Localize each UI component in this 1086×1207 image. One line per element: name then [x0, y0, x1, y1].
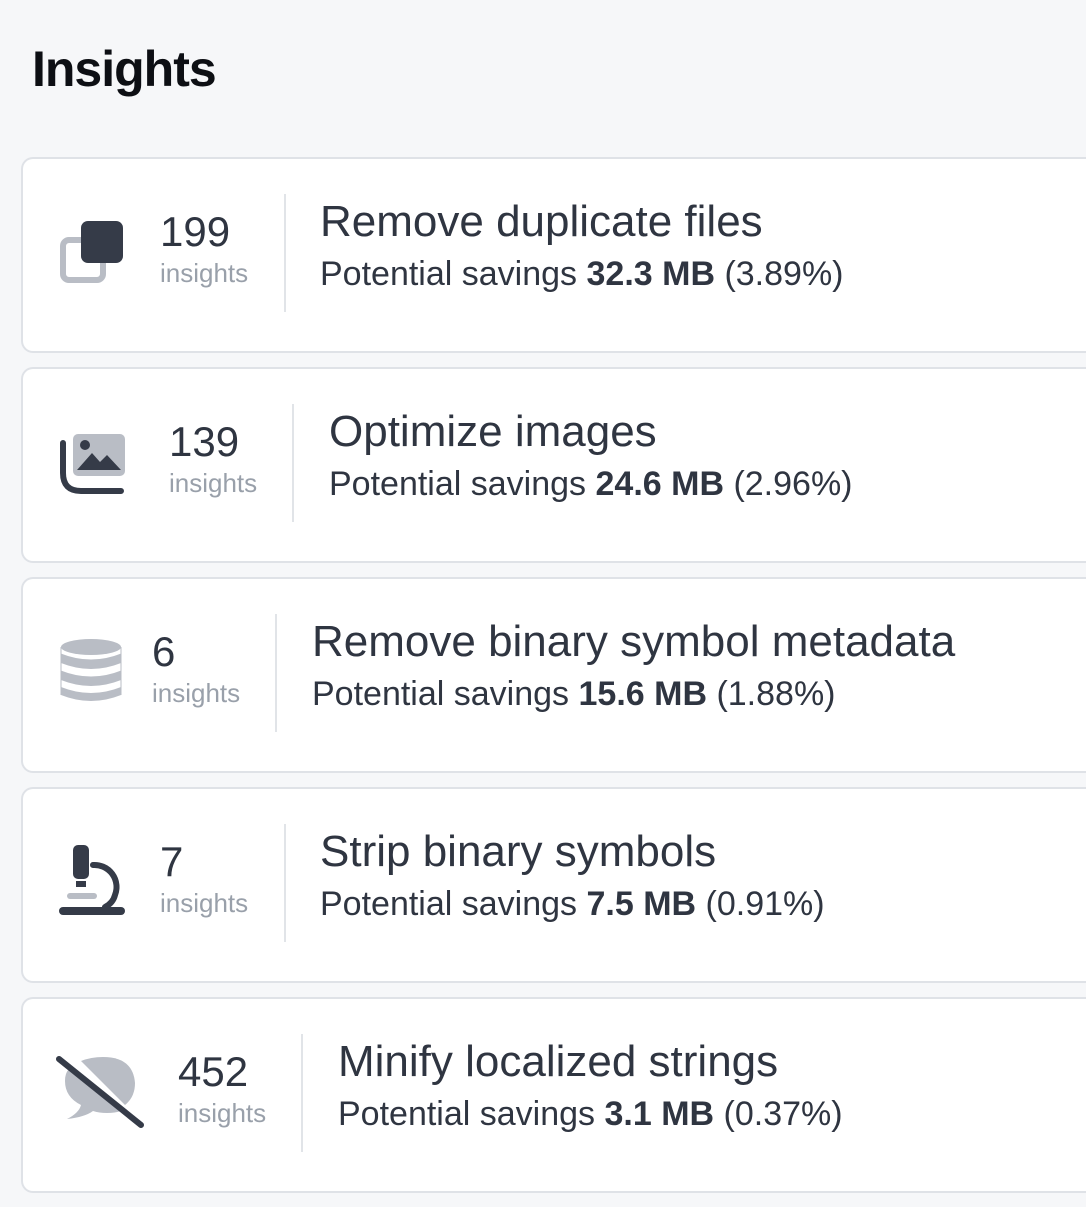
insight-card-localized-strings[interactable]: 452 insights Minify localized strings Po… — [21, 997, 1086, 1193]
insight-count-block: 7 insights — [160, 836, 248, 918]
insight-count-label: insights — [152, 678, 241, 708]
insight-text: Remove binary symbol metadata Potential … — [312, 612, 955, 715]
insight-count: 139 — [169, 418, 240, 465]
insight-title: Remove binary symbol metadata — [312, 617, 956, 666]
insight-count-label: insights — [160, 258, 249, 288]
insight-savings: Potential savings 7.5 MB (0.91%) — [320, 883, 825, 925]
savings-percent: (0.91%) — [705, 885, 825, 923]
insight-text: Optimize images Potential savings 24.6 M… — [329, 402, 853, 505]
comment-slash-icon — [55, 1053, 144, 1129]
savings-prefix: Potential savings — [338, 1095, 596, 1133]
microscope-icon — [55, 843, 131, 919]
insight-card-binary-symbol-metadata[interactable]: 6 insights Remove binary symbol metadata… — [21, 577, 1086, 773]
insight-savings: Potential savings 3.1 MB (0.37%) — [338, 1093, 843, 1135]
insight-text: Minify localized strings Potential savin… — [338, 1032, 843, 1135]
divider — [292, 404, 294, 522]
savings-amount: 7.5 MB — [586, 885, 697, 923]
insight-savings: Potential savings 24.6 MB (2.96%) — [329, 463, 853, 505]
insight-title: Remove duplicate files — [320, 197, 763, 246]
insight-count-label: insights — [169, 468, 258, 498]
savings-amount: 24.6 MB — [595, 465, 725, 503]
duplicate-files-icon — [55, 213, 131, 289]
insight-text: Remove duplicate files Potential savings… — [320, 192, 844, 295]
savings-prefix: Potential savings — [329, 465, 587, 503]
insight-card-duplicate-files[interactable]: 199 insights Remove duplicate files Pote… — [21, 157, 1086, 353]
savings-percent: (1.88%) — [716, 675, 836, 713]
insight-count: 7 — [160, 838, 184, 885]
insight-savings: Potential savings 32.3 MB (3.89%) — [320, 253, 844, 295]
insight-savings: Potential savings 15.6 MB (1.88%) — [312, 673, 955, 715]
insight-count-block: 452 insights — [178, 1046, 266, 1128]
divider — [284, 824, 286, 942]
insight-title: Minify localized strings — [338, 1037, 779, 1086]
divider — [284, 194, 286, 312]
divider — [275, 614, 277, 732]
insight-count-block: 6 insights — [152, 626, 240, 708]
savings-amount: 3.1 MB — [604, 1095, 715, 1133]
insight-count-label: insights — [160, 888, 249, 918]
insight-card-strip-binary-symbols[interactable]: 7 insights Strip binary symbols Potentia… — [21, 787, 1086, 983]
page-title: Insights — [32, 41, 217, 97]
insight-count-block: 139 insights — [169, 416, 257, 498]
insight-count: 199 — [160, 208, 231, 255]
savings-prefix: Potential savings — [320, 255, 578, 293]
images-icon — [55, 423, 131, 499]
insight-title: Strip binary symbols — [320, 827, 717, 876]
savings-percent: (0.37%) — [723, 1095, 843, 1133]
savings-amount: 15.6 MB — [578, 675, 708, 713]
database-icon — [55, 633, 131, 709]
insight-count-label: insights — [178, 1098, 267, 1128]
savings-prefix: Potential savings — [320, 885, 578, 923]
savings-percent: (3.89%) — [724, 255, 844, 293]
savings-amount: 32.3 MB — [586, 255, 716, 293]
insight-count: 6 — [152, 628, 176, 675]
insights-list: 199 insights Remove duplicate files Pote… — [21, 157, 1086, 1207]
insight-count-block: 199 insights — [160, 206, 248, 288]
divider — [301, 1034, 303, 1152]
insight-count: 452 — [178, 1048, 249, 1095]
savings-prefix: Potential savings — [312, 675, 570, 713]
insight-title: Optimize images — [329, 407, 657, 456]
insight-text: Strip binary symbols Potential savings 7… — [320, 822, 825, 925]
savings-percent: (2.96%) — [733, 465, 853, 503]
insight-card-optimize-images[interactable]: 139 insights Optimize images Potential s… — [21, 367, 1086, 563]
